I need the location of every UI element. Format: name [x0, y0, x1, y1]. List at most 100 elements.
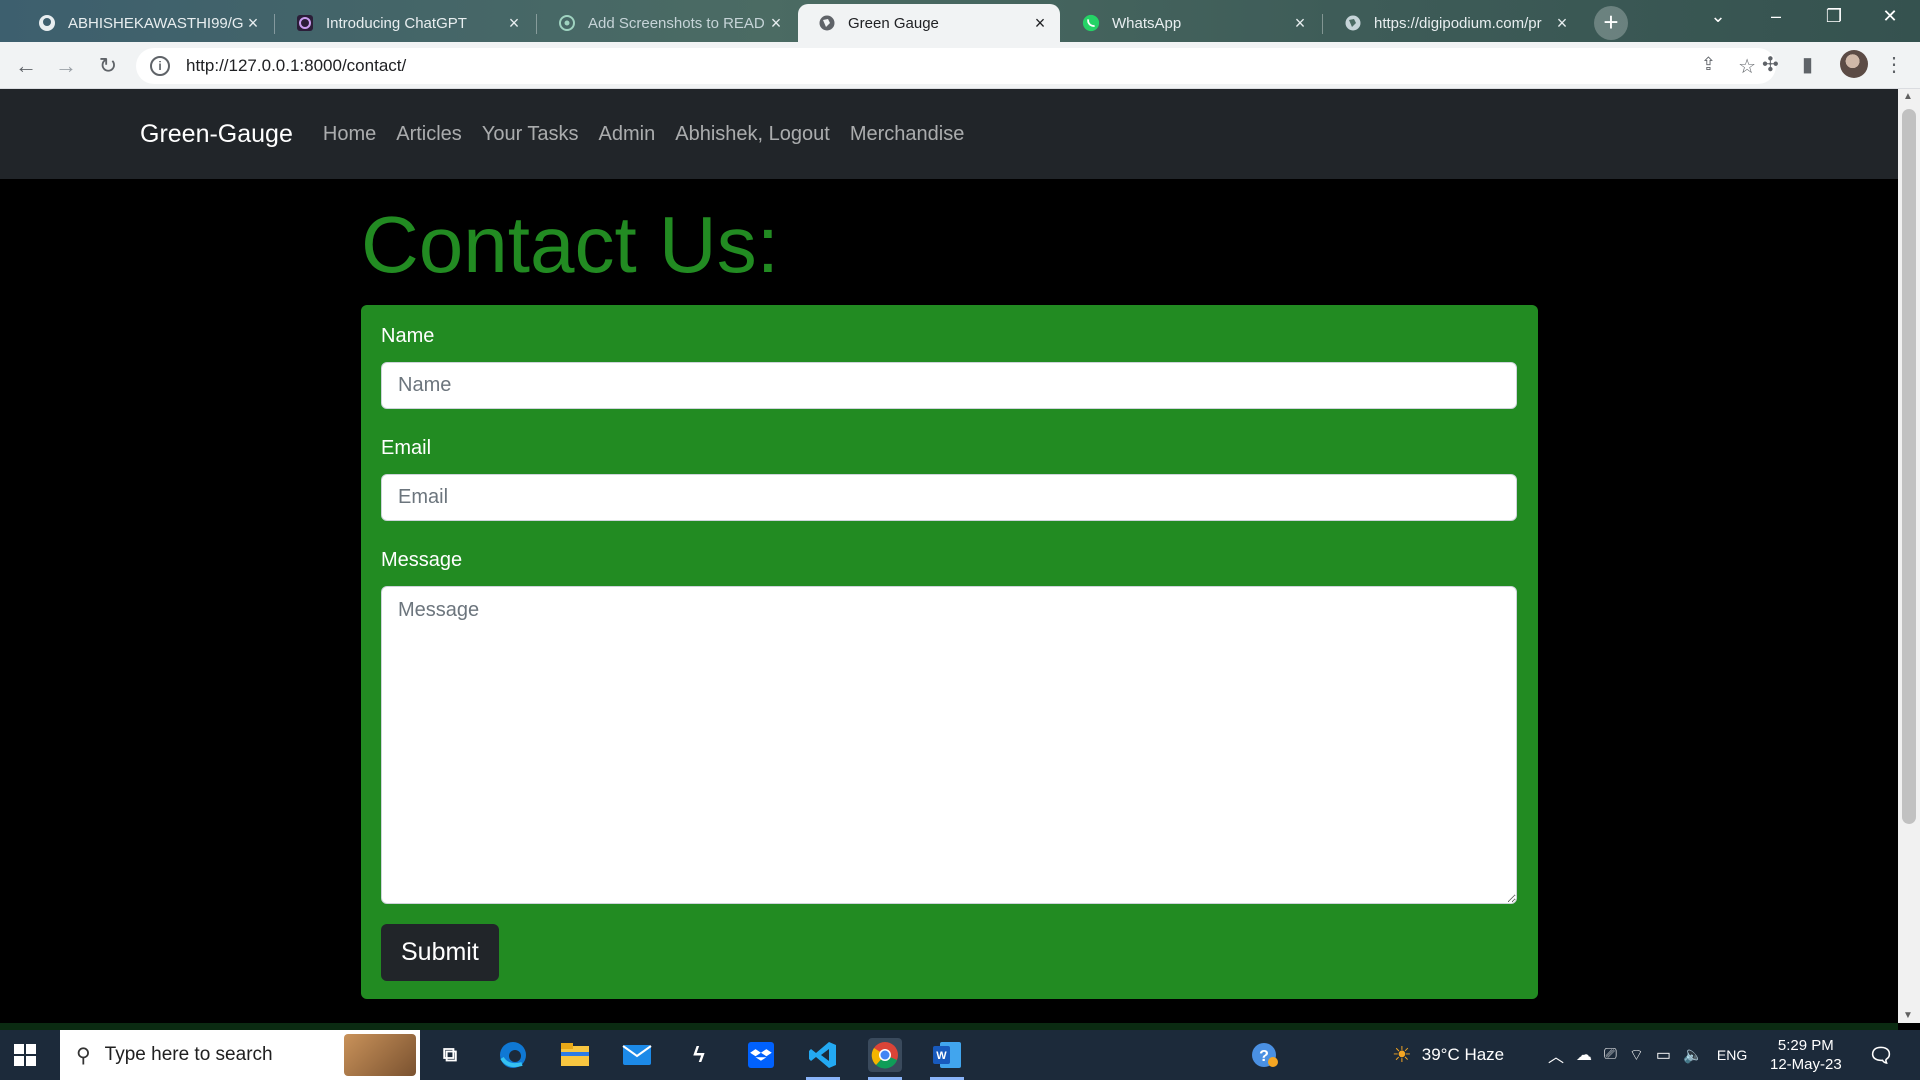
contact-form: Name Email Message Submit: [361, 305, 1538, 999]
whatsapp-icon: [1082, 14, 1100, 32]
submit-button[interactable]: Submit: [381, 924, 499, 981]
email-label: Email: [381, 437, 432, 459]
onedrive-icon[interactable]: ☁: [1576, 1045, 1592, 1065]
page-viewport: Green-Gauge Home Articles Your Tasks Adm…: [0, 89, 1898, 1023]
nav-logout[interactable]: Abhishek, Logout: [675, 123, 830, 146]
email-field[interactable]: [381, 474, 1517, 521]
dropbox-icon[interactable]: [744, 1038, 778, 1072]
show-hidden-icons-icon[interactable]: ︿: [1548, 1043, 1564, 1067]
site-navbar: Green-Gauge Home Articles Your Tasks Adm…: [0, 89, 1898, 179]
openai-icon: [558, 14, 576, 32]
svg-text:?: ?: [1259, 1048, 1269, 1065]
new-tab-button[interactable]: +: [1594, 6, 1628, 40]
tab-title: https://digipodium.com/pr: [1374, 14, 1542, 32]
vscode-icon[interactable]: [806, 1038, 840, 1080]
site-info-icon[interactable]: i: [150, 56, 170, 76]
clock-time: 5:29 PM: [1777, 1037, 1834, 1054]
menu-icon[interactable]: ⋮: [1884, 52, 1904, 77]
tab-digipodium[interactable]: https://digipodium.com/pr ×: [1324, 4, 1582, 42]
scroll-up-icon[interactable]: ▲: [1903, 91, 1913, 102]
search-highlight-image: [344, 1034, 416, 1076]
tab-chatgpt[interactable]: Introducing ChatGPT ×: [276, 4, 534, 42]
nav-merchandise[interactable]: Merchandise: [850, 123, 965, 146]
search-icon: ⚲: [76, 1044, 91, 1067]
weather-sun-icon: ☀: [1392, 1042, 1412, 1067]
scrollbar-thumb[interactable]: [1902, 109, 1916, 824]
clock-date: 12-May-23: [1770, 1056, 1842, 1073]
notifications-icon[interactable]: 🗨: [1864, 1038, 1898, 1072]
tab-whatsapp[interactable]: WhatsApp ×: [1062, 4, 1320, 42]
svg-text:W: W: [936, 1050, 947, 1062]
globe-icon: [1344, 14, 1362, 32]
scroll-down-icon[interactable]: ▼: [1903, 1010, 1913, 1021]
page-scrollbar[interactable]: ▲ ▼: [1898, 89, 1920, 1023]
tab-search-icon[interactable]: ⌄: [1698, 6, 1738, 27]
reload-button[interactable]: ↻: [92, 50, 124, 82]
edge-icon[interactable]: [496, 1038, 530, 1072]
tab-green-gauge[interactable]: Green Gauge ×: [798, 4, 1060, 42]
word-icon[interactable]: W: [930, 1038, 964, 1080]
chrome-icon[interactable]: [868, 1038, 902, 1080]
mail-icon[interactable]: [620, 1038, 654, 1072]
name-label: Name: [381, 325, 435, 347]
tab-github[interactable]: ABHISHEKAWASTHI99/Gre ×: [18, 4, 273, 42]
nav-articles[interactable]: Articles: [396, 123, 462, 146]
tab-title: WhatsApp: [1112, 14, 1182, 32]
github-icon: [38, 14, 56, 32]
minimize-button[interactable]: –: [1756, 6, 1796, 27]
back-button[interactable]: ←: [10, 50, 42, 82]
close-icon[interactable]: ×: [1030, 13, 1050, 34]
system-tray: ︿ ☁ ⎚ ⌔ ▭ 🔈 ENG: [1548, 1030, 1747, 1080]
meet-now-icon[interactable]: ⎚: [1604, 1046, 1617, 1064]
page-title: Contact Us:: [361, 200, 779, 289]
tab-divider: [274, 14, 275, 34]
close-icon[interactable]: ×: [766, 13, 786, 34]
name-field[interactable]: [381, 362, 1517, 409]
forward-button[interactable]: →: [50, 50, 82, 82]
share-icon[interactable]: ⇪: [1701, 54, 1716, 75]
close-icon[interactable]: ×: [1552, 13, 1572, 34]
tab-title: Introducing ChatGPT: [326, 14, 467, 32]
tab-readme[interactable]: Add Screenshots to READM ×: [538, 4, 796, 42]
extensions-icon[interactable]: ✣: [1762, 52, 1779, 77]
address-bar[interactable]: i http://127.0.0.1:8000/contact/ ⇪ ☆: [136, 48, 1776, 84]
weather-text: 39°C Haze: [1421, 1045, 1505, 1064]
page-footer-strip: [0, 1023, 1898, 1030]
browser-tab-strip: ABHISHEKAWASTHI99/Gre × Introducing Chat…: [0, 0, 1920, 42]
message-label: Message: [381, 549, 463, 571]
bookmark-star-icon[interactable]: ☆: [1738, 54, 1756, 79]
url-text: http://127.0.0.1:8000/contact/: [186, 56, 407, 75]
close-icon[interactable]: ×: [1290, 13, 1310, 34]
close-window-button[interactable]: ✕: [1870, 6, 1910, 27]
taskbar-search-box[interactable]: ⚲ Type here to search: [60, 1030, 420, 1080]
nav-your-tasks[interactable]: Your Tasks: [482, 123, 579, 146]
tab-divider: [536, 14, 537, 34]
volume-icon[interactable]: 🔈: [1683, 1045, 1703, 1065]
brand-link[interactable]: Green-Gauge: [140, 120, 293, 149]
windows-start-icon[interactable]: [14, 1044, 36, 1066]
restore-button[interactable]: ❐: [1814, 6, 1854, 27]
tab-title: ABHISHEKAWASTHI99/Gre: [68, 14, 243, 32]
taskbar-clock[interactable]: 5:29 PM 12-May-23: [1770, 1036, 1842, 1074]
task-view-icon[interactable]: ⧉: [433, 1038, 467, 1072]
file-explorer-icon[interactable]: [558, 1038, 592, 1072]
nav-home[interactable]: Home: [323, 123, 376, 146]
close-icon[interactable]: ×: [504, 13, 524, 34]
tab-title: Green Gauge: [848, 14, 939, 32]
tab-divider: [1322, 14, 1323, 34]
windows-taskbar: ⚲ Type here to search ⧉ ϟ W ? ☀ 39°C Haz…: [0, 1030, 1920, 1080]
close-icon[interactable]: ×: [243, 13, 263, 34]
help-icon[interactable]: ?: [1248, 1038, 1282, 1072]
wifi-icon[interactable]: ⌔: [1629, 1045, 1644, 1065]
side-panel-icon[interactable]: ▮: [1802, 52, 1813, 77]
tab-title: Add Screenshots to READM: [588, 14, 766, 32]
app-lightning-icon[interactable]: ϟ: [682, 1038, 716, 1072]
weather-widget[interactable]: ☀ 39°C Haze: [1392, 1030, 1504, 1080]
battery-icon[interactable]: ▭: [1656, 1045, 1671, 1065]
browser-toolbar: ← → ↻ i http://127.0.0.1:8000/contact/ ⇪…: [0, 42, 1920, 89]
message-field[interactable]: [381, 586, 1517, 904]
nav-admin[interactable]: Admin: [599, 123, 656, 146]
language-indicator[interactable]: ENG: [1717, 1047, 1747, 1063]
chatgpt-icon: [296, 14, 314, 32]
avatar[interactable]: [1840, 50, 1868, 78]
